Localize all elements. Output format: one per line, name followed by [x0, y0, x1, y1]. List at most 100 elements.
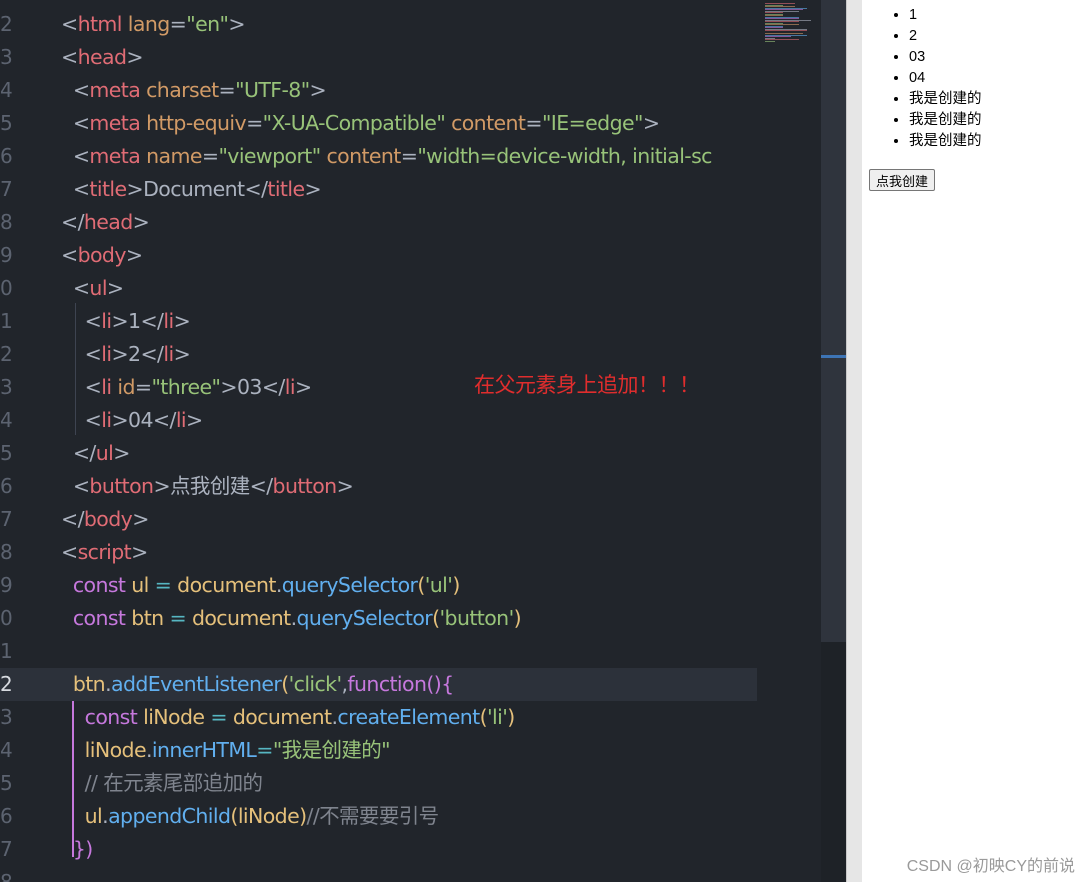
line-number: 3	[0, 705, 13, 729]
code-text: <head>	[61, 41, 144, 74]
code-token: =	[204, 705, 227, 729]
code-token: >	[126, 177, 144, 201]
code-line[interactable]: 1	[0, 635, 757, 668]
code-token: </	[61, 210, 84, 234]
code-token: 'button'	[439, 606, 515, 630]
scrollbar-marker	[821, 355, 846, 358]
minimap[interactable]	[757, 0, 821, 882]
code-line[interactable]: 5 <meta http-equiv="X-UA-Compatible" con…	[0, 107, 757, 140]
code-line[interactable]: 2 btn.addEventListener('click',function(…	[0, 668, 757, 701]
list-item: 04	[909, 68, 982, 89]
code-token: function	[347, 672, 427, 696]
code-text: ul.appendChild(liNode)//不需要要引号	[61, 800, 439, 833]
code-token: <	[61, 309, 102, 333]
code-token: )	[513, 606, 522, 630]
code-token: 'click'	[288, 672, 342, 696]
code-token: =	[218, 78, 236, 102]
code-text: <html lang="en">	[61, 8, 245, 41]
line-number: 5	[0, 441, 13, 465]
list-item: 我是创建的	[909, 89, 982, 110]
code-token: li	[175, 408, 187, 432]
pane-divider[interactable]	[846, 0, 862, 882]
code-line[interactable]: 7 <title>Document</title>	[0, 173, 757, 206]
line-number: 6	[0, 474, 13, 498]
code-token: ul	[95, 441, 114, 465]
code-token: "width=device-width, initial-sc	[417, 144, 712, 168]
code-line[interactable]: 2 <li>2</li>	[0, 338, 757, 371]
code-text: // 在元素尾部追加的	[61, 767, 263, 800]
scrollbar-thumb[interactable]	[821, 0, 846, 642]
code-token: <	[61, 78, 90, 102]
code-token: (){	[426, 672, 454, 696]
code-token: liNode	[61, 738, 147, 762]
code-token: =	[525, 111, 542, 135]
code-text: </head>	[61, 206, 150, 239]
code-token: http-equiv	[140, 111, 247, 135]
code-text: const liNode = document.createElement('l…	[61, 701, 516, 734]
code-token: //不需要要引号	[306, 804, 440, 828]
list-item: 2	[909, 26, 982, 47]
code-line[interactable]: 4 <li>04</li>	[0, 404, 757, 437]
code-token: head	[83, 210, 133, 234]
list-item: 我是创建的	[909, 110, 982, 131]
code-token: html	[77, 12, 123, 36]
code-token: li	[101, 408, 112, 432]
code-token: </	[61, 441, 96, 465]
code-token: 03	[236, 375, 262, 399]
code-token: >	[131, 540, 148, 564]
line-number: 4	[0, 78, 13, 102]
code-line[interactable]: 8 </head>	[0, 206, 757, 239]
code-line[interactable]: 9 <body>	[0, 239, 757, 272]
code-token: content	[445, 111, 526, 135]
code-line[interactable]: 5 </ul>	[0, 437, 757, 470]
code-line[interactable]: 3 const liNode = document.createElement(…	[0, 701, 757, 734]
code-line[interactable]: 4 liNode.innerHTML="我是创建的"	[0, 734, 757, 767]
code-line[interactable]: 7 </body>	[0, 503, 757, 536]
code-line[interactable]: 3 <head>	[0, 41, 757, 74]
code-line[interactable]: 0 const btn = document.querySelector('bu…	[0, 602, 757, 635]
code-token: <	[61, 177, 90, 201]
line-number: 7	[0, 507, 13, 531]
code-token: btn	[125, 606, 164, 630]
code-token: "viewport"	[218, 144, 321, 168]
code-area[interactable]: 2 <html lang="en"> 3 <head> 4 <meta charset=…	[0, 0, 757, 882]
code-token: lang	[121, 12, 170, 36]
code-line[interactable]: 6 <button>点我创建</button>	[0, 470, 757, 503]
code-line[interactable]: 8	[0, 866, 757, 882]
code-token: (	[432, 606, 440, 630]
code-token: ul	[61, 804, 103, 828]
code-line[interactable]: 2 <html lang="en">	[0, 8, 757, 41]
code-text: })	[61, 833, 93, 866]
code-editor: 2 <html lang="en"> 3 <head> 4 <meta charset=…	[0, 0, 846, 882]
code-token: </	[61, 507, 84, 531]
line-number: 8	[0, 870, 13, 882]
line-number: 6	[0, 144, 13, 168]
line-number: 4	[0, 738, 13, 762]
line-number: 7	[0, 837, 13, 861]
code-token: <	[61, 243, 78, 267]
code-token: >	[220, 375, 237, 399]
code-token: id	[111, 375, 135, 399]
code-line[interactable]: 1 <li>1</li>	[0, 305, 757, 338]
code-token: liNode	[137, 705, 205, 729]
create-button[interactable]: 点我创建	[869, 169, 936, 191]
code-line[interactable]: 4 <meta charset="UTF-8">	[0, 74, 757, 107]
code-line[interactable]: 6 <meta name="viewport" content="width=d…	[0, 140, 757, 173]
code-text: const btn = document.querySelector('butt…	[61, 602, 522, 635]
code-token: ul	[125, 573, 149, 597]
code-text: </ul>	[61, 437, 131, 470]
code-line[interactable]: 6 ul.appendChild(liNode)//不需要要引号	[0, 800, 757, 833]
code-token: </	[261, 375, 285, 399]
minimap-line	[765, 40, 775, 42]
code-token: querySelector	[296, 606, 433, 630]
code-line[interactable]: 5 // 在元素尾部追加的	[0, 767, 757, 800]
code-token: >	[153, 474, 171, 498]
code-token: meta	[89, 144, 141, 168]
code-line[interactable]: 7 })	[0, 833, 757, 866]
code-line[interactable]: 8 <script>	[0, 536, 757, 569]
code-line[interactable]: 0 <ul>	[0, 272, 757, 305]
list-item: 1	[909, 5, 982, 26]
code-token: 2	[128, 342, 141, 366]
code-token: >	[309, 78, 327, 102]
code-line[interactable]: 9 const ul = document.querySelector('ul'…	[0, 569, 757, 602]
